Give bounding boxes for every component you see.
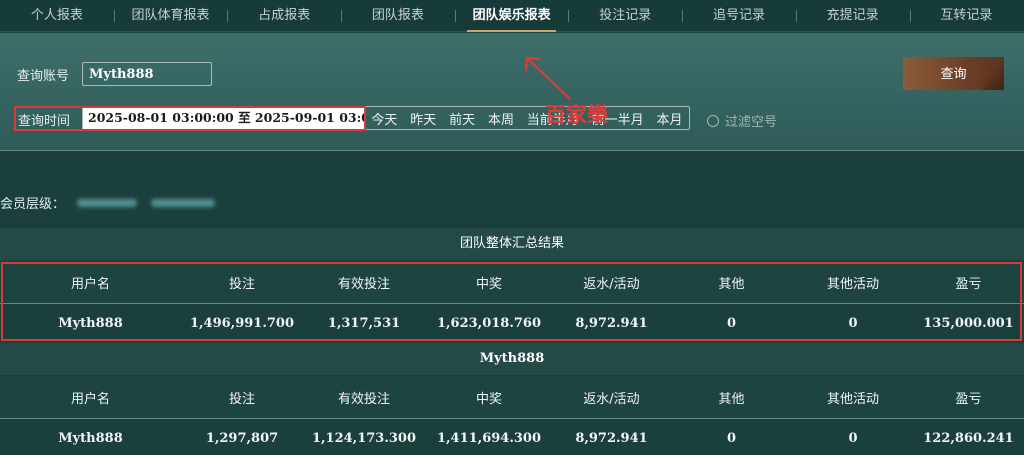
header-valid-bet: 有效投注 — [337, 392, 390, 407]
cell-profit-loss: 122,860.241 — [923, 430, 1014, 446]
quick-range-list: 今天 昨天 前天 本周 当前半月 前一半月 本月 — [365, 109, 689, 128]
tab-team-entertainment-report[interactable]: 团队娱乐报表 — [454, 0, 569, 32]
query-panel: 查询账号 查询时间 2025-08-01 03:00:00 至 2025-09-… — [0, 33, 1024, 151]
cell-win: 1,411,694.300 — [436, 430, 542, 446]
date-range-input[interactable]: 2025-08-01 03:00:00 至 2025-09-01 03:00:0… — [83, 107, 365, 129]
detail-table: 用户名 投注 有效投注 中奖 返水/活动 其他 其他活动 盈亏 Myth888 … — [0, 377, 1024, 455]
header-username: 用户名 — [70, 392, 110, 407]
annotation-arrow-icon — [525, 56, 571, 100]
summary-table: 用户名 投注 有效投注 中奖 返水/活动 其他 其他活动 盈亏 Myth888 … — [0, 262, 1024, 342]
header-win: 中奖 — [475, 277, 502, 292]
tab-deposit-withdraw-records[interactable]: 充提记录 — [795, 0, 910, 32]
header-profit-loss: 盈亏 — [955, 392, 982, 407]
search-button[interactable]: 查询 — [903, 57, 1004, 90]
report-tabs: 个人报表 团队体育报表 占成报表 团队报表 团队娱乐报表 投注记录 追号记录 充… — [0, 0, 1024, 32]
cell-username: Myth888 — [58, 315, 123, 331]
cell-bet: 1,297,807 — [205, 430, 279, 446]
filter-empty-toggle[interactable]: 过滤空号 — [707, 111, 777, 130]
account-label: 查询账号 — [17, 69, 70, 84]
quick-range-day-before[interactable]: 前天 — [449, 109, 475, 128]
blurred-member-level — [151, 198, 216, 207]
cell-profit-loss: 135,000.001 — [923, 315, 1014, 331]
tab-transfer-records[interactable]: 互转记录 — [909, 0, 1024, 32]
header-rebate: 返水/活动 — [583, 277, 640, 292]
header-other: 其他 — [718, 277, 745, 292]
table-row: Myth888 1,297,807 1,124,173.300 1,411,69… — [0, 419, 1024, 455]
cell-rebate: 8,972.941 — [575, 315, 648, 331]
tab-team-sports-report[interactable]: 团队体育报表 — [113, 0, 228, 32]
member-level: 会员层级： — [0, 193, 216, 212]
cell-other: 0 — [726, 430, 737, 446]
blurred-member-level — [77, 198, 138, 207]
cell-rebate: 8,972.941 — [575, 430, 648, 446]
cell-other-activity: 0 — [848, 315, 858, 331]
cell-bet: 1,496,991.700 — [189, 315, 295, 331]
cell-valid-bet: 1,124,173.300 — [311, 430, 417, 446]
annotation-text: 百家樂 — [545, 103, 608, 127]
tab-chase-records[interactable]: 追号记录 — [682, 0, 796, 32]
time-label: 查询时间 — [18, 114, 71, 129]
quick-range-yesterday[interactable]: 昨天 — [410, 109, 436, 128]
tab-bet-records[interactable]: 投注记录 — [568, 0, 682, 32]
header-profit-loss: 盈亏 — [955, 277, 982, 292]
account-input[interactable] — [82, 62, 212, 86]
detail-title: Myth888 — [0, 343, 1024, 375]
table-row: Myth888 1,496,991.700 1,317,531 1,623,01… — [0, 304, 1024, 342]
header-bet: 投注 — [228, 277, 255, 292]
header-win: 中奖 — [475, 392, 502, 407]
summary-title: 团队整体汇总结果 — [0, 228, 1024, 260]
quick-range-today[interactable]: 今天 — [371, 109, 397, 128]
header-rebate: 返水/活动 — [583, 392, 640, 407]
member-level-label: 会员层级： — [0, 197, 66, 212]
tab-personal-report[interactable]: 个人报表 — [0, 0, 114, 32]
table-header-row: 用户名 投注 有效投注 中奖 返水/活动 其他 其他活动 盈亏 — [0, 262, 1024, 304]
header-other: 其他 — [718, 392, 745, 407]
cell-username: Myth888 — [58, 430, 123, 446]
cell-other: 0 — [726, 315, 737, 331]
header-other-activity: 其他活动 — [826, 392, 879, 407]
quick-range-this-week[interactable]: 本周 — [488, 109, 514, 128]
tab-team-report[interactable]: 团队报表 — [341, 0, 455, 32]
header-valid-bet: 有效投注 — [337, 277, 390, 292]
quick-range-this-month[interactable]: 本月 — [656, 109, 682, 128]
table-header-row: 用户名 投注 有效投注 中奖 返水/活动 其他 其他活动 盈亏 — [0, 377, 1024, 419]
header-bet: 投注 — [228, 392, 255, 407]
filter-empty-label: 过滤空号 — [725, 115, 778, 130]
tab-share-report[interactable]: 占成报表 — [227, 0, 341, 32]
radio-icon[interactable] — [707, 114, 719, 127]
header-username: 用户名 — [70, 277, 110, 292]
cell-other-activity: 0 — [848, 430, 858, 446]
cell-win: 1,623,018.760 — [436, 315, 542, 331]
cell-valid-bet: 1,317,531 — [327, 315, 401, 331]
header-other-activity: 其他活动 — [826, 277, 879, 292]
